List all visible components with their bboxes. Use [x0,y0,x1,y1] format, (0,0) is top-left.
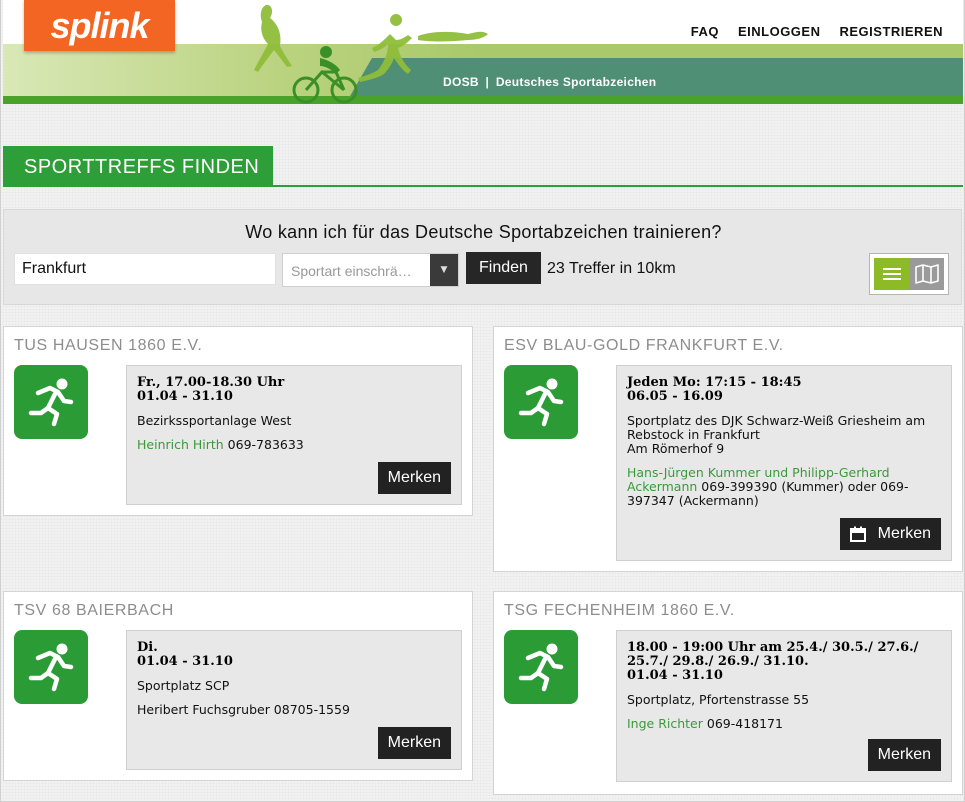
contact-phone: 069-418171 [702,716,783,731]
schedule: Jeden Mo: 17:15 - 18:45 06.05 - 16.09 [627,376,941,404]
location-input[interactable] [14,253,276,285]
venue: Sportplatz SCP [137,679,451,693]
venue: Bezirkssportanlage West [137,414,451,428]
remember-label: Merken [387,734,441,751]
nav-login[interactable]: EINLOGGEN [738,24,821,39]
remember-button[interactable]: Merken [867,739,941,771]
schedule-line: 01.04 - 31.10 [627,668,723,683]
training-details: Fr., 17.00-18.30 Uhr 01.04 - 31.10 Bezir… [126,365,462,505]
club-name[interactable]: TUS HAUSEN 1860 E.V. [14,337,202,355]
runner-icon [504,365,578,439]
site-header: splink FAQ EINLOGGEN REGISTRIEREN DOSB |… [3,0,963,104]
contact: Hans-Jürgen Kummer und Philipp-Gerhard A… [627,466,941,508]
program-org: DOSB [443,75,479,89]
view-toggle [869,253,949,295]
schedule-line: Di. [137,640,158,655]
caret-down-icon[interactable]: ▼ [430,254,458,286]
club-card: TSG FECHENHEIM 1860 E.V. 18.00 - 19:00 U… [493,591,963,795]
contact: Inge Richter 069-418171 [627,717,941,731]
club-card: ESV BLAU-GOLD FRANKFURT E.V. Jeden Mo: 1… [493,326,963,572]
list-icon [882,268,901,280]
venue-line: Rebstock in Frankfurt [627,427,760,442]
title-underline [3,185,963,187]
schedule: Di. 01.04 - 31.10 [137,641,451,669]
contact: Heinrich Hirth 069-783633 [137,438,451,452]
runner-icon [14,630,88,704]
training-details: Jeden Mo: 17:15 - 18:45 06.05 - 16.09 Sp… [616,365,952,561]
remember-label: Merken [877,746,931,763]
remember-label: Merken [877,525,931,542]
club-name[interactable]: TSV 68 BAIERBACH [14,602,174,620]
contact-phone: 069-783633 [223,437,304,452]
search-panel: Wo kann ich für das Deutsche Sportabzeic… [3,209,962,305]
program-name: Deutsches Sportabzeichen [495,75,657,89]
club-card: TSV 68 BAIERBACH Di. 01.04 - 31.10 Sport… [3,591,473,781]
results-count: 23 Treffer in 10km [547,260,676,277]
venue: Sportplatz des DJK Schwarz-Weiß Grieshei… [627,414,941,456]
runner-glyph [518,643,564,692]
runner-glyph [518,378,564,427]
venue-line: Sportplatz des DJK Schwarz-Weiß Grieshei… [627,413,926,428]
club-card: TUS HAUSEN 1860 E.V. Fr., 17.00-18.30 Uh… [3,326,473,516]
schedule-line: 01.04 - 31.10 [137,389,233,404]
map-view-button[interactable] [909,258,944,290]
program-separator: | [485,75,490,89]
venue-line: Sportplatz SCP [137,678,230,693]
top-navigation: FAQ EINLOGGEN REGISTRIEREN [691,24,943,39]
remember-button[interactable]: Merken [377,462,451,494]
logo-text: splink [50,4,149,46]
club-name[interactable]: ESV BLAU-GOLD FRANKFURT E.V. [504,337,784,355]
schedule-line: Fr., 17.00-18.30 Uhr [137,375,285,390]
remember-label: Merken [387,469,441,486]
club-name[interactable]: TSG FECHENHEIM 1860 E.V. [504,602,735,620]
schedule-line: 18.00 - 19:00 Uhr am 25.4./ 30.5./ 27.6.… [627,640,919,655]
training-details: Di. 01.04 - 31.10 Sportplatz SCP Heriber… [126,630,462,770]
schedule: Fr., 17.00-18.30 Uhr 01.04 - 31.10 [137,376,451,404]
venue-line: Am Römerhof 9 [627,441,725,456]
venue-line: Bezirkssportanlage West [137,413,292,428]
runner-glyph [28,643,74,692]
list-view-button[interactable] [874,258,909,290]
contact: Heribert Fuchsgruber 08705-1559 [137,703,451,717]
nav-register[interactable]: REGISTRIEREN [839,24,943,39]
map-icon [914,264,939,284]
contact-name-link[interactable]: Heinrich Hirth [137,437,224,452]
venue: Sportplatz, Pfortenstrasse 55 [627,693,941,707]
program-label: DOSB | Deutsches Sportabzeichen [443,75,656,89]
runner-icon [14,365,88,439]
contact-name-link[interactable]: Inge Richter [627,716,703,731]
calendar-icon [849,526,866,542]
search-question: Wo kann ich für das Deutsche Sportabzeic… [245,222,722,242]
sport-select-placeholder: Sportart einschrä… [291,263,412,279]
splink-logo[interactable]: splink [24,0,175,51]
schedule-line: 25.7./ 29.8./ 26.9./ 31.10. [627,654,809,669]
schedule-line: Jeden Mo: 17:15 - 18:45 [627,375,802,390]
find-button[interactable]: Finden [466,252,541,284]
schedule-line: 06.05 - 16.09 [627,389,723,404]
training-details: 18.00 - 19:00 Uhr am 25.4./ 30.5./ 27.6.… [616,630,952,782]
nav-faq[interactable]: FAQ [691,24,719,39]
schedule: 18.00 - 19:00 Uhr am 25.4./ 30.5./ 27.6.… [627,641,941,683]
runner-icon [504,630,578,704]
remember-button[interactable]: Merken [377,727,451,759]
page-title: SPORTTREFFS FINDEN [3,146,273,186]
remember-button[interactable]: Merken [839,518,941,550]
venue-line: Sportplatz, Pfortenstrasse 55 [627,692,810,707]
runner-glyph [28,378,74,427]
contact-phone: Heribert Fuchsgruber 08705-1559 [137,702,350,717]
sport-select[interactable]: Sportart einschrä… ▼ [282,253,459,287]
schedule-line: 01.04 - 31.10 [137,654,233,669]
